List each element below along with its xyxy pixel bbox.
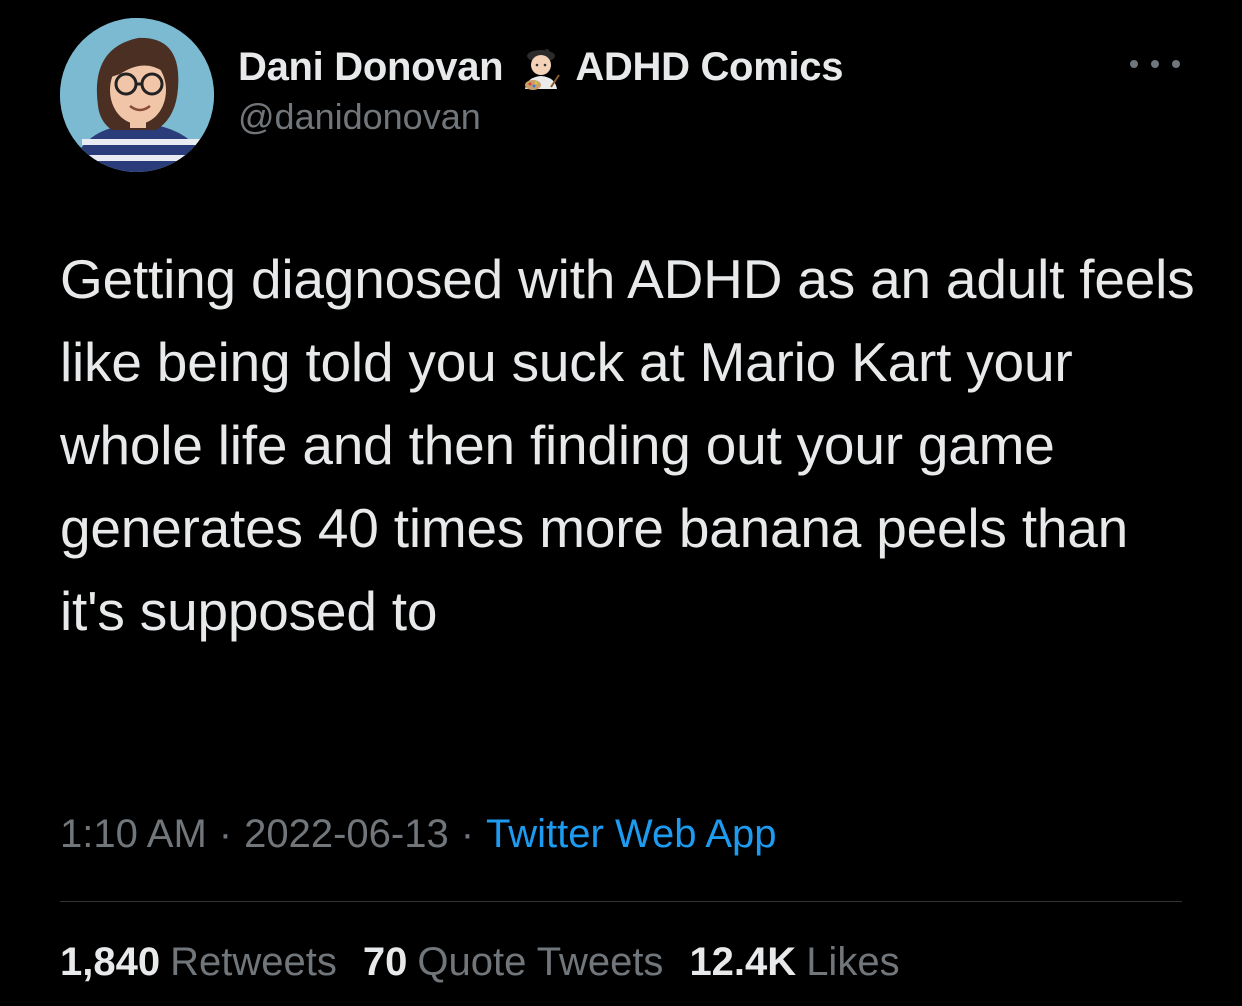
tweet-time[interactable]: 1:10 AM: [60, 812, 207, 856]
more-dot: [1130, 60, 1138, 68]
author-badge-text[interactable]: ADHD Comics: [575, 45, 843, 90]
divider: [60, 901, 1182, 902]
more-options-icon[interactable]: [1130, 52, 1180, 76]
more-dot: [1151, 60, 1159, 68]
tweet-source-link[interactable]: Twitter Web App: [486, 812, 777, 856]
tweet-stats: 1,840 Retweets 70 Quote Tweets 12.4K Likes: [60, 940, 900, 985]
retweets-count: 1,840: [60, 940, 161, 984]
tweet-text: Getting diagnosed with ADHD as an adult …: [60, 248, 1195, 642]
meta-separator: ·: [460, 812, 475, 856]
meta-separator: ·: [218, 812, 233, 856]
quote-tweets-label: Quote Tweets: [417, 940, 664, 984]
tweet-meta: 1:10 AM · 2022-06-13 · Twitter Web App: [60, 812, 777, 857]
artist-emoji-icon: [525, 49, 561, 90]
retweets-stat[interactable]: 1,840 Retweets: [60, 940, 337, 985]
more-dot: [1172, 60, 1180, 68]
avatar[interactable]: [60, 18, 214, 172]
retweets-label: Retweets: [170, 940, 337, 984]
tweet-date[interactable]: 2022-06-13: [244, 812, 449, 856]
author-display-name[interactable]: Dani Donovan: [238, 45, 504, 90]
likes-count: 12.4K: [689, 940, 797, 984]
author-handle[interactable]: @danidonovan: [238, 96, 481, 138]
quote-tweets-count: 70: [362, 940, 408, 984]
likes-stat[interactable]: 12.4K Likes: [689, 940, 899, 985]
quote-tweets-stat[interactable]: 70 Quote Tweets: [363, 940, 664, 985]
likes-label: Likes: [806, 940, 900, 984]
author-name-row[interactable]: Dani Donovan ADHD Comics: [238, 42, 843, 92]
